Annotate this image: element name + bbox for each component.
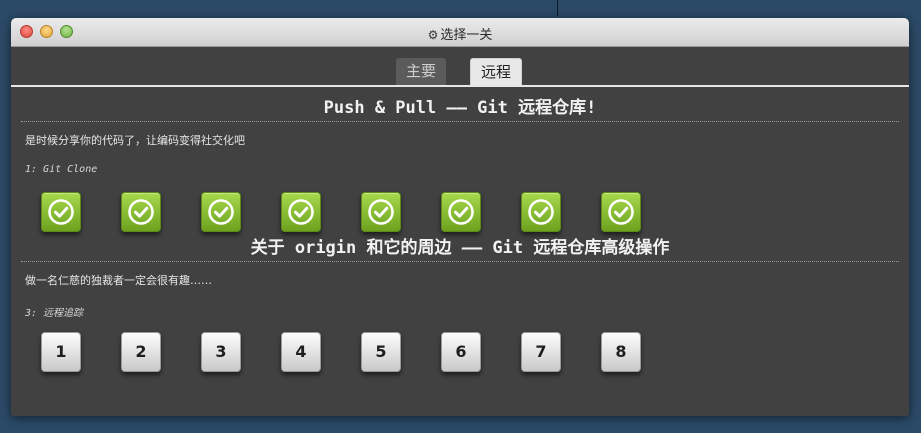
section-description: 是时候分享你的代码了，让编码变得社交化吧 [25,134,245,147]
section-push-pull: Push & Pull —— Git 远程仓库! 是时候分享你的代码了，让编码变… [11,95,909,236]
checkmark-icon [48,199,74,225]
level-select-window: ⚙ 选择一关 主要 远程 Push & Pull —— Git 远程仓库! 是时候… [11,18,909,416]
section-title: Push & Pull —— Git 远程仓库! [323,98,597,118]
level-button-completed[interactable] [361,192,401,232]
level-number: 5 [375,342,387,361]
level-button[interactable]: 4 [281,332,321,372]
level-button[interactable]: 7 [521,332,561,372]
checkmark-icon [208,199,234,225]
tab-main[interactable]: 主要 [396,58,447,85]
section-divider [21,121,899,122]
level-button-completed[interactable] [121,192,161,232]
window-title-text: 选择一关 [440,28,493,43]
level-number: 7 [535,342,547,361]
checkmark-icon [288,199,314,225]
level-number: 1 [55,342,67,361]
level-button-completed[interactable] [441,192,481,232]
level-number: 2 [135,342,147,361]
level-button-completed[interactable] [41,192,81,232]
level-button-completed[interactable] [601,192,641,232]
level-button[interactable]: 6 [441,332,481,372]
level-button-completed[interactable] [281,192,321,232]
tab-bar: 主要 远程 [11,47,909,87]
level-button[interactable]: 8 [601,332,641,372]
tab-remote[interactable]: 远程 [470,58,523,86]
level-grid: 1 2 3 4 5 6 7 8 [11,332,909,376]
section-title: 关于 origin 和它的周边 —— Git 远程仓库高级操作 [250,238,670,258]
section-current-level: 1: Git Clone [25,164,98,175]
tab-underline [11,85,909,87]
level-button-completed[interactable] [521,192,561,232]
desktop-divider [557,0,558,16]
level-number: 8 [615,342,627,361]
level-button[interactable]: 5 [361,332,401,372]
checkmark-icon [608,199,634,225]
gear-icon: ⚙ [427,28,439,42]
checkmark-icon [128,199,154,225]
level-button[interactable]: 2 [121,332,161,372]
window-title: ⚙ 选择一关 [11,24,909,43]
level-grid [11,192,909,236]
checkmark-icon [528,199,554,225]
section-divider [21,261,899,262]
level-number: 6 [455,342,467,361]
level-number: 3 [215,342,227,361]
section-description: 做一名仁慈的独裁者一定会很有趣…… [25,274,212,287]
window-titlebar[interactable]: ⚙ 选择一关 [11,18,909,47]
level-button[interactable]: 1 [41,332,81,372]
level-button[interactable]: 3 [201,332,241,372]
level-button-completed[interactable] [201,192,241,232]
checkmark-icon [448,199,474,225]
section-current-level: 3: 远程追踪 [25,308,84,319]
section-origin: 关于 origin 和它的周边 —— Git 远程仓库高级操作 做一名仁慈的独裁… [11,235,909,376]
checkmark-icon [368,199,394,225]
level-number: 4 [295,342,307,361]
